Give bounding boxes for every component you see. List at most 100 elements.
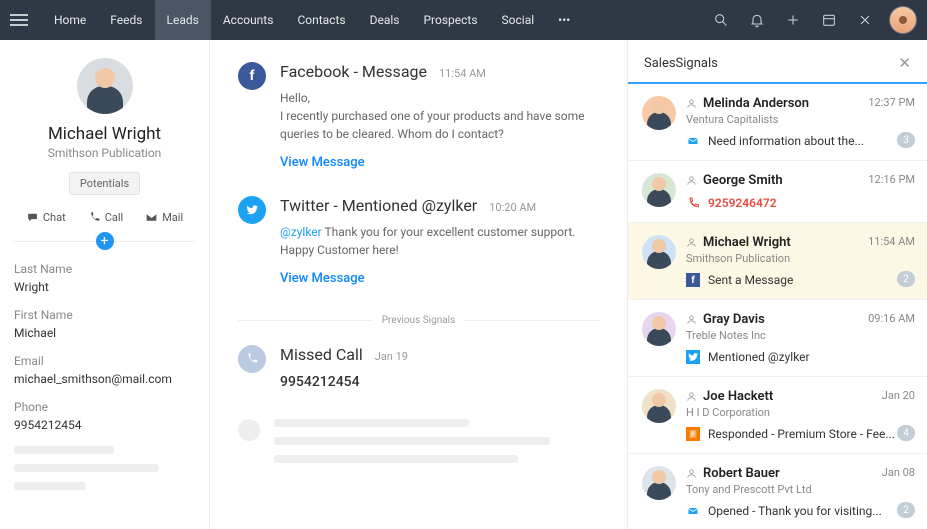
signal-item[interactable]: Michael WrightSmithson PublicationfSent … <box>628 223 927 300</box>
hamburger-menu[interactable] <box>10 14 28 26</box>
feed-skeleton <box>238 419 599 473</box>
envelope-icon <box>686 134 700 148</box>
close-icon[interactable]: ✕ <box>898 54 911 72</box>
signal-company: Treble Notes Inc <box>686 329 915 342</box>
signal-item[interactable]: Melinda Anderson Ventura Capitalists Need … <box>628 84 927 161</box>
topbar: Home Feeds Leads Accounts Contacts Deals… <box>0 0 927 40</box>
phone-value: 9954212454 <box>14 418 195 432</box>
facebook-icon: f <box>686 273 700 287</box>
signal-company: H I D Corporation <box>686 406 915 419</box>
signal-text: Need information about the... <box>708 134 864 148</box>
tools-icon[interactable] <box>851 6 879 34</box>
signal-text: 9259246472 <box>708 196 777 210</box>
signal-time: 11:54 AM <box>868 235 915 248</box>
feed-title: Missed Call <box>280 345 363 364</box>
signal-time: 12:37 PM <box>868 96 915 109</box>
panel-title: SalesSignals <box>644 56 718 71</box>
lead-name: Michael Wright <box>48 124 161 144</box>
feed-message: Hello,I recently purchased one of your p… <box>280 89 599 143</box>
signal-badge: 2 <box>897 502 915 518</box>
signal-item[interactable]: Robert BauerTony and Prescott Pvt LtdOpe… <box>628 454 927 529</box>
person-icon <box>686 237 697 248</box>
signal-name: Melinda Anderson <box>703 96 809 111</box>
lead-org: Smithson Publication <box>48 146 162 160</box>
nav-prospects[interactable]: Prospects <box>411 0 489 40</box>
mail-button[interactable]: Mail <box>145 211 183 224</box>
feed-item-missed-call: Missed CallJan 19 9954212454 <box>238 345 599 393</box>
signal-time: Jan 20 <box>882 389 915 402</box>
signal-company: Smithson Publication <box>686 252 915 265</box>
signal-item[interactable]: Gray Davis Treble Notes Inc Mentioned @zyl… <box>628 300 927 377</box>
phone-icon <box>686 196 700 210</box>
main: Michael Wright Smithson Publication Pote… <box>0 40 927 529</box>
signal-time: 12:16 PM <box>868 173 915 186</box>
sales-signals-panel: SalesSignals ✕ Melinda Anderson Ventura C… <box>627 40 927 529</box>
feed-time: 11:54 AM <box>439 67 486 80</box>
communication-row: Chat Call Mail <box>26 211 183 224</box>
person-icon <box>686 98 697 109</box>
signal-text: Mentioned @zylker <box>708 350 810 364</box>
feed-phone-number: 9954212454 <box>280 372 599 393</box>
nav-deals[interactable]: Deals <box>358 0 412 40</box>
activity-feed: f Facebook - Message 11:54 AM Hello,I rec… <box>210 40 627 529</box>
potentials-button[interactable]: Potentials <box>69 172 140 195</box>
feed-item-twitter: Twitter - Mentioned @zylker10:20 AM @zyl… <box>238 196 599 286</box>
lead-avatar <box>77 58 133 114</box>
chat-icon <box>26 211 39 224</box>
notifications-icon[interactable] <box>743 6 771 34</box>
twitter-icon <box>238 196 266 224</box>
nav-social[interactable]: Social <box>490 0 547 40</box>
person-icon <box>686 468 697 479</box>
signal-text: Responded - Premium Store - Fee... <box>708 427 895 441</box>
nav-contacts[interactable]: Contacts <box>285 0 357 40</box>
feed-item-facebook: f Facebook - Message 11:54 AM Hello,I rec… <box>238 62 599 170</box>
person-icon <box>686 314 697 325</box>
signal-avatar <box>642 96 676 130</box>
nav-home[interactable]: Home <box>42 0 98 40</box>
signal-name: Joe Hackett <box>703 389 773 404</box>
signal-time: Jan 08 <box>882 466 915 479</box>
feed-title: Twitter - Mentioned @zylker <box>280 196 477 215</box>
nav-feeds[interactable]: Feeds <box>98 0 154 40</box>
envelope-icon <box>686 504 700 518</box>
view-message-link[interactable]: View Message <box>280 271 599 286</box>
mail-icon <box>145 211 158 224</box>
signal-avatar <box>642 173 676 207</box>
feed-title: Facebook - Message <box>280 62 427 81</box>
signal-avatar <box>642 389 676 423</box>
signal-time: 09:16 AM <box>868 312 915 325</box>
chat-button[interactable]: Chat <box>26 211 66 224</box>
lead-fields: Last NameWright First NameMichael Emailm… <box>14 262 195 500</box>
nav-accounts[interactable]: Accounts <box>211 0 286 40</box>
last-name-label: Last Name <box>14 262 195 276</box>
add-button[interactable]: + <box>96 232 114 250</box>
signal-company: Ventura Capitalists <box>686 113 915 126</box>
call-button[interactable]: Call <box>88 211 124 224</box>
facebook-icon: f <box>238 62 266 90</box>
skeleton-line <box>14 482 86 490</box>
signal-avatar <box>642 235 676 269</box>
signal-name: Gray Davis <box>703 312 765 327</box>
nav-leads[interactable]: Leads <box>155 0 211 40</box>
nav-more[interactable]: ••• <box>546 0 582 40</box>
calendar-icon[interactable] <box>815 6 843 34</box>
skeleton-line <box>14 464 159 472</box>
signal-avatar <box>642 312 676 346</box>
nav-tabs: Home Feeds Leads Accounts Contacts Deals… <box>42 0 582 40</box>
signal-name: George Smith <box>703 173 783 188</box>
view-message-link[interactable]: View Message <box>280 155 599 170</box>
search-icon[interactable] <box>707 6 735 34</box>
phone-label: Phone <box>14 400 195 414</box>
user-avatar[interactable] <box>889 6 917 34</box>
signals-list: Melinda Anderson Ventura Capitalists Need … <box>628 84 927 529</box>
signal-text: Opened - Thank you for visiting... <box>708 504 882 518</box>
add-icon[interactable] <box>779 6 807 34</box>
person-icon <box>686 391 697 402</box>
phone-icon <box>88 211 101 224</box>
feed-message: @zylker Thank you for your excellent cus… <box>280 223 599 259</box>
signal-item[interactable]: Joe Hackett H I D Corporation Responded - … <box>628 377 927 454</box>
signal-item[interactable]: George Smith 9259246472 12:16 PM <box>628 161 927 223</box>
signal-text: Sent a Message <box>708 273 793 287</box>
form-icon <box>686 427 700 441</box>
missed-call-icon <box>238 345 266 373</box>
